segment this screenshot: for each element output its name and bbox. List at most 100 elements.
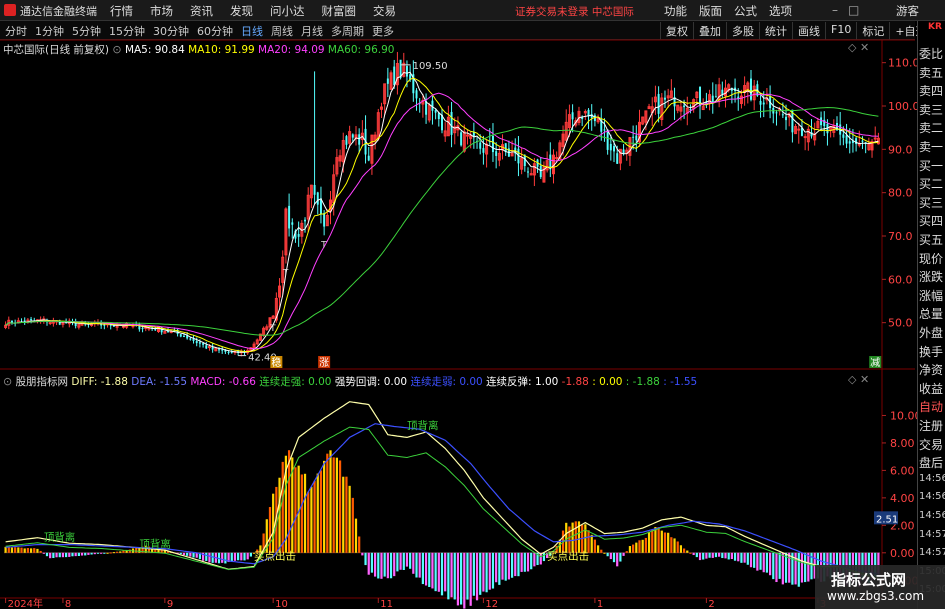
candle-body <box>714 96 717 98</box>
watermark-url: www.zbgs3.com <box>827 589 925 603</box>
side-item[interactable]: 外盘 <box>919 324 945 341</box>
macd-bar <box>641 539 644 553</box>
macd-bar <box>698 552 702 561</box>
side-item[interactable]: 卖一 <box>919 138 945 155</box>
macd-bar <box>587 530 590 553</box>
macd-bar <box>625 551 628 553</box>
side-item[interactable]: 14:57 <box>919 547 945 558</box>
candle-body <box>465 134 469 137</box>
candle-body <box>227 351 230 353</box>
macd-bar <box>20 547 23 553</box>
macd-bar <box>657 527 660 553</box>
candle-body <box>803 136 807 139</box>
macd-bar <box>768 552 772 576</box>
candle-body <box>351 134 354 138</box>
side-item[interactable]: 注册 <box>919 417 945 434</box>
macd-bar <box>84 552 87 556</box>
macd-bar <box>437 552 440 592</box>
macd-bar <box>58 552 61 558</box>
side-item[interactable]: 买二 <box>919 175 945 192</box>
y-tick-label: 80.0 <box>888 187 913 200</box>
candle-body <box>230 351 233 353</box>
macd-bar <box>36 548 39 553</box>
side-item[interactable]: 14:56 <box>919 491 945 502</box>
high-label: 109.50 <box>413 61 448 72</box>
candle-body <box>297 233 300 237</box>
side-item[interactable]: 卖三 <box>919 101 945 118</box>
macd-bar <box>418 552 421 578</box>
macd-bar <box>405 552 409 567</box>
macd-bar <box>762 552 765 573</box>
side-item[interactable]: 买一 <box>919 157 945 174</box>
candle-body <box>386 78 389 84</box>
macd-bar <box>431 552 434 589</box>
side-item[interactable]: 卖二 <box>919 119 945 136</box>
macd-bar <box>106 552 109 554</box>
side-item[interactable]: 涨跌 <box>919 268 945 285</box>
side-item[interactable]: 14:57 <box>919 529 945 540</box>
candle-body <box>313 184 316 195</box>
macd-bar <box>7 547 10 553</box>
macd-bar <box>424 552 428 586</box>
macd-bar <box>495 552 498 583</box>
macd-bar <box>29 548 33 553</box>
macd-bar <box>616 552 619 567</box>
candle-body <box>873 137 877 140</box>
side-item[interactable]: 现价 <box>919 250 945 267</box>
macd-bar <box>386 552 389 579</box>
candle-body <box>616 153 619 164</box>
macd-bar <box>749 552 753 568</box>
candle-body <box>657 93 660 114</box>
macd-bar <box>326 453 329 553</box>
macd-bar <box>96 552 100 554</box>
side-item[interactable]: 买四 <box>919 212 945 229</box>
macd-bar <box>42 552 45 554</box>
chart-svg[interactable]: 50.060.070.080.090.0100.0110.0-2.000.002… <box>0 0 945 609</box>
macd-bar <box>55 552 58 558</box>
macd-bar <box>619 552 622 562</box>
candle-body <box>581 117 584 120</box>
macd-bar <box>249 552 252 557</box>
side-item[interactable]: 交易 <box>919 436 945 453</box>
macd-bar <box>45 552 49 557</box>
macd-bar <box>205 552 208 561</box>
candle-body <box>750 78 752 100</box>
side-item[interactable]: 盘后 <box>919 454 945 471</box>
macd-bar <box>447 552 450 600</box>
candle-body <box>121 325 125 328</box>
side-item[interactable]: 14:56 <box>919 510 945 521</box>
macd-bar <box>230 552 233 562</box>
side-item[interactable]: 涨幅 <box>919 287 945 304</box>
side-item[interactable]: 自动 <box>919 398 945 415</box>
macd-bar <box>612 552 616 563</box>
side-item[interactable]: 净资 <box>919 361 945 378</box>
macd-bar <box>179 552 182 555</box>
side-item[interactable]: 买五 <box>919 231 945 248</box>
kr-badge: KR <box>928 22 942 32</box>
macd-bar <box>737 552 740 562</box>
macd-bar <box>211 552 214 563</box>
side-item[interactable]: 总量 <box>919 305 945 322</box>
macd-bar <box>237 552 240 561</box>
macd-bar <box>689 552 692 554</box>
macd-bar <box>224 552 227 564</box>
macd-bar <box>208 552 211 563</box>
macd-bar <box>488 552 491 590</box>
signal-tag-label: 稳 <box>271 356 281 369</box>
side-item[interactable]: 换手 <box>919 343 945 360</box>
side-item[interactable]: 14:56 <box>919 473 945 484</box>
side-item[interactable]: 委比 <box>919 45 945 62</box>
side-item[interactable]: 买三 <box>919 194 945 211</box>
side-item[interactable]: 卖五 <box>919 64 945 81</box>
macd-bar <box>622 552 625 556</box>
side-item[interactable]: 收益 <box>919 380 945 397</box>
macd-bar <box>501 552 504 580</box>
macd-bar <box>33 548 36 553</box>
candle-body <box>504 143 507 152</box>
macd-bar <box>313 480 316 553</box>
macd-bar <box>421 552 425 585</box>
macd-bar <box>574 521 577 553</box>
side-item[interactable]: 卖四 <box>919 82 945 99</box>
macd-bar <box>765 552 769 573</box>
macd-bar <box>373 552 377 577</box>
